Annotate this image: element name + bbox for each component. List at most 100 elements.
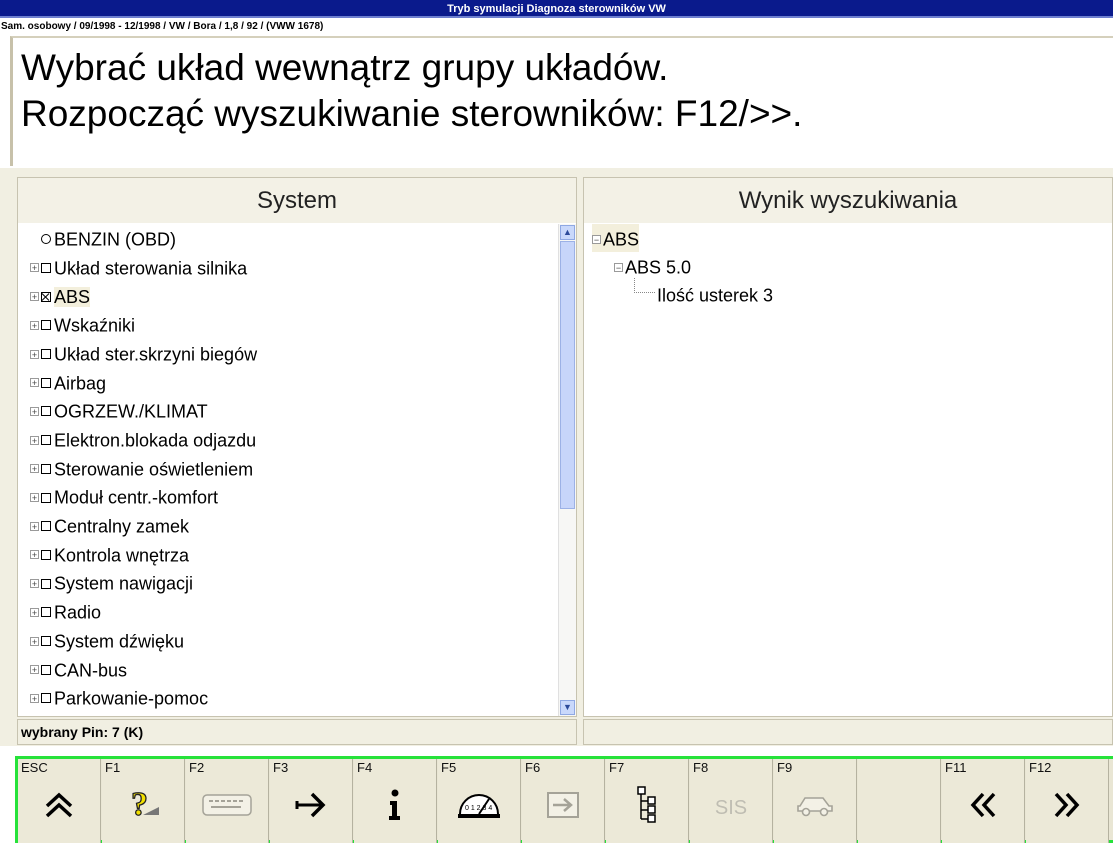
- result-node-label: ABS: [603, 229, 640, 250]
- fkey-f9-button[interactable]: F9: [774, 759, 857, 843]
- fkey-f2-button[interactable]: F2: [186, 759, 269, 843]
- fkey-f6-button[interactable]: F6: [522, 759, 605, 843]
- scroll-down-icon[interactable]: ▼: [560, 700, 575, 715]
- tree-structure-icon: [606, 783, 688, 827]
- checkbox[interactable]: [41, 320, 51, 331]
- fkey-f5-button[interactable]: F5 0 1 2 3 4: [438, 759, 521, 843]
- system-item[interactable]: + Moduł centr.-komfort: [30, 482, 218, 510]
- system-tree[interactable]: ▲ ▼ BENZIN (OBD) + Układ sterowania silnik…: [18, 224, 576, 716]
- system-item-label: Układ ster.skrzyni biegów: [54, 344, 258, 365]
- system-item-label: Parkowanie-pomoc: [54, 688, 209, 709]
- svg-text:?: ?: [131, 786, 148, 823]
- double-chevron-left-icon: [942, 783, 1024, 827]
- checkbox[interactable]: [41, 549, 51, 560]
- checkbox[interactable]: [41, 492, 51, 503]
- radio-icon[interactable]: [41, 234, 51, 245]
- result-node-abs[interactable]: − ABS: [592, 224, 640, 252]
- fkey-label: F11: [945, 760, 967, 775]
- checkbox[interactable]: [41, 521, 51, 532]
- fkey-f1-button[interactable]: F1?: [102, 759, 185, 843]
- fkey-label: F3: [273, 760, 289, 775]
- expand-icon[interactable]: +: [30, 493, 39, 503]
- checkbox[interactable]: [41, 693, 51, 704]
- expand-icon[interactable]: +: [30, 521, 39, 531]
- fkey-f12-button[interactable]: F12: [1026, 759, 1109, 843]
- help-question-icon: ?: [102, 783, 184, 827]
- double-chevron-right-icon: [1026, 783, 1108, 827]
- system-item[interactable]: + System nawigacji: [30, 568, 193, 596]
- system-panel: System ▲ ▼ BENZIN (OBD) + Układ sterowania…: [17, 177, 577, 717]
- system-item-label: BENZIN (OBD): [54, 229, 177, 250]
- system-item-label: Układ sterowania silnika: [54, 257, 248, 278]
- expand-icon[interactable]: +: [30, 665, 39, 675]
- fkey-f3-button[interactable]: F3: [270, 759, 353, 843]
- system-item[interactable]: + Parkowanie-pomoc: [30, 683, 208, 711]
- scroll-thumb[interactable]: [560, 241, 575, 509]
- system-item[interactable]: + Elektron.blokada odjazdu: [30, 425, 256, 453]
- expand-icon[interactable]: +: [30, 349, 39, 359]
- results-tree[interactable]: − ABS − ABS 5.0 Ilość usterek 3: [584, 224, 1112, 716]
- expand-icon[interactable]: +: [30, 464, 39, 474]
- checkbox[interactable]: [41, 607, 51, 618]
- checkbox[interactable]: [41, 578, 51, 589]
- fkey-f7-button[interactable]: F7: [606, 759, 689, 843]
- expand-icon[interactable]: +: [30, 607, 39, 617]
- system-item[interactable]: + OGRZEW./KLIMAT: [30, 396, 208, 424]
- expand-icon[interactable]: +: [30, 263, 39, 273]
- fkey-f8-button[interactable]: F8 SIS: [690, 759, 773, 843]
- system-item[interactable]: + Układ sterowania silnika: [30, 253, 247, 281]
- expand-icon[interactable]: +: [30, 406, 39, 416]
- expand-icon[interactable]: +: [30, 550, 39, 560]
- system-item[interactable]: + Wskaźniki: [30, 310, 135, 338]
- collapse-icon[interactable]: −: [614, 262, 623, 272]
- expand-icon[interactable]: +: [30, 292, 39, 302]
- scroll-up-icon[interactable]: ▲: [560, 225, 575, 240]
- fkey-label: ESC: [21, 760, 48, 775]
- sis-label: SIS: [714, 796, 748, 819]
- system-item-label: System nawigacji: [54, 573, 194, 594]
- system-item[interactable]: + ABS: [30, 281, 91, 309]
- system-item[interactable]: BENZIN (OBD): [30, 224, 176, 252]
- fkey-label: F9: [777, 760, 793, 775]
- checkbox[interactable]: [41, 377, 51, 388]
- expand-icon[interactable]: +: [30, 693, 39, 703]
- system-item[interactable]: + Kontrola wnętrza: [30, 540, 189, 568]
- checkbox[interactable]: [41, 664, 51, 675]
- keyboard-icon: [186, 783, 268, 827]
- fkey-f11-button[interactable]: F11: [942, 759, 1025, 843]
- expand-icon[interactable]: +: [30, 320, 39, 330]
- checkbox[interactable]: [41, 349, 51, 360]
- fkey-label: F5: [441, 760, 457, 775]
- system-item[interactable]: + Sterowanie oświetleniem: [30, 454, 253, 482]
- instruction-box: Wybrać układ wewnątrz grupy układów. Roz…: [10, 36, 1113, 166]
- result-node-abs50[interactable]: − ABS 5.0: [614, 252, 691, 280]
- expand-icon[interactable]: +: [30, 378, 39, 388]
- fkey-esc-button[interactable]: ESC: [18, 759, 101, 843]
- checkbox[interactable]: [41, 262, 51, 273]
- system-item[interactable]: + Airbag: [30, 368, 106, 396]
- checkbox[interactable]: [41, 406, 51, 417]
- collapse-icon[interactable]: −: [592, 234, 601, 244]
- status-bar: wybrany Pin: 7 (K): [17, 719, 577, 745]
- fkey-label: F7: [609, 760, 625, 775]
- sis-text-icon: SIS: [690, 783, 772, 827]
- tree-connector: [634, 278, 655, 293]
- system-item[interactable]: + Radio: [30, 597, 101, 625]
- system-item-label: System dźwięku: [54, 631, 185, 652]
- checkbox[interactable]: [41, 636, 51, 647]
- svg-text:0 1 2 3 4: 0 1 2 3 4: [465, 805, 492, 812]
- system-scrollbar[interactable]: ▲ ▼: [558, 224, 576, 716]
- fkey-label: F4: [357, 760, 373, 775]
- result-node-faults[interactable]: Ilość usterek 3: [634, 278, 773, 308]
- checkbox[interactable]: [41, 291, 51, 302]
- expand-icon[interactable]: +: [30, 579, 39, 589]
- system-item[interactable]: + Układ ster.skrzyni biegów: [30, 339, 257, 367]
- system-item[interactable]: + CAN-bus: [30, 655, 127, 683]
- checkbox[interactable]: [41, 463, 51, 474]
- system-item[interactable]: + System dźwięku: [30, 626, 184, 654]
- system-item[interactable]: + Centralny zamek: [30, 511, 189, 539]
- fkey-f4-button[interactable]: F4: [354, 759, 437, 843]
- checkbox[interactable]: [41, 435, 51, 446]
- expand-icon[interactable]: +: [30, 435, 39, 445]
- expand-icon[interactable]: +: [30, 636, 39, 646]
